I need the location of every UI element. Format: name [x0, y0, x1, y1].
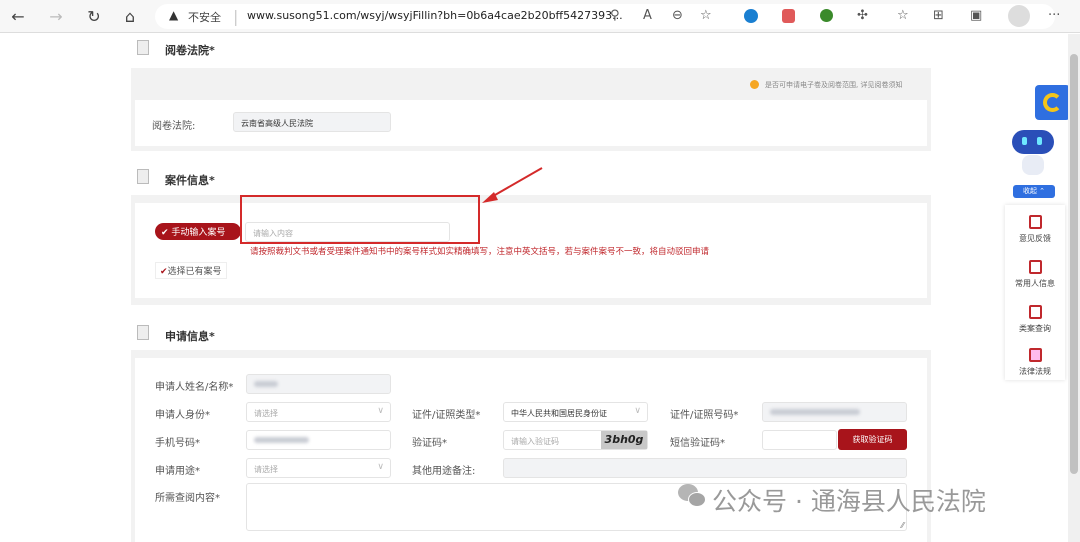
watermark-text: 公众号 · 通海县人民法院	[712, 487, 986, 516]
section-title-court: 阅卷法院*	[165, 44, 215, 57]
address-bar[interactable]: ▲ 不安全 | www.susong51.com/wsyj/wsyjFillin…	[155, 4, 1055, 29]
sms-label: 短信验证码*	[670, 438, 725, 449]
extension-icon[interactable]	[782, 9, 795, 23]
captcha-label: 验证码*	[412, 438, 447, 449]
purpose-note-label: 其他用途备注:	[412, 466, 476, 477]
captcha-image[interactable]: 3bh0g	[601, 431, 647, 449]
case-search-item[interactable]: 类案查询	[1005, 305, 1065, 334]
captcha-text: 3bh0g	[604, 433, 644, 446]
scrollbar-thumb[interactable]	[1070, 54, 1078, 474]
browser-toolbar: ← → ↻ ⌂ ▲ 不安全 | www.susong51.com/wsyj/ws…	[0, 0, 1080, 33]
id-type-label: 证件/证照类型*	[412, 410, 481, 421]
side-panel: 意见反馈 常用人信息 类案查询 法律法规	[1005, 205, 1065, 380]
get-code-button[interactable]: 获取验证码	[838, 429, 907, 450]
contacts-item[interactable]: 常用人信息	[1005, 260, 1065, 289]
id-number-field[interactable]	[762, 402, 907, 422]
chevron-down-icon: ∨	[377, 406, 384, 416]
item-label: 法律法规	[1019, 367, 1051, 376]
option-label: 选择已有案号	[167, 267, 222, 277]
identity-select[interactable]: 请选择 ∨	[246, 402, 391, 422]
favorites-icon[interactable]: ☆	[897, 8, 909, 23]
placeholder: 请输入验证码	[511, 437, 559, 446]
section-title-case: 案件信息*	[165, 174, 215, 187]
zoom-icon[interactable]: ⊖	[672, 8, 683, 23]
court-field: 云南省高级人民法院	[233, 112, 391, 132]
placeholder: 请选择	[254, 465, 278, 474]
resize-handle-icon[interactable]: ⁄⁄	[901, 521, 904, 530]
button-label: 收起	[1022, 187, 1037, 195]
content-label: 所需查阅内容*	[155, 493, 220, 504]
name-label: 申请人姓名/名称*	[155, 382, 234, 393]
back-icon[interactable]: ←	[8, 7, 28, 26]
extensions-icon[interactable]: ✣	[857, 8, 868, 23]
document-icon	[137, 325, 149, 340]
feedback-icon	[1028, 215, 1042, 229]
item-label: 常用人信息	[1015, 279, 1055, 288]
annotation-arrow-icon	[482, 167, 543, 203]
manual-case-option[interactable]: ✔ 手动输入案号	[155, 223, 241, 240]
scrollbar[interactable]	[1068, 34, 1080, 542]
security-label: 不安全	[188, 11, 221, 24]
read-aloud-icon[interactable]: A	[643, 8, 652, 23]
home-icon[interactable]: ⌂	[120, 7, 140, 26]
item-label: 类案查询	[1019, 324, 1051, 333]
court-label: 阅卷法院:	[152, 121, 196, 132]
laws-item[interactable]: 法律法规	[1005, 348, 1065, 377]
chevron-down-icon: ∨	[634, 406, 641, 416]
app-logo-icon[interactable]	[1035, 85, 1070, 120]
name-field[interactable]	[246, 374, 391, 394]
info-icon	[750, 80, 759, 89]
purpose-label: 申请用途*	[155, 466, 200, 477]
id-type-select[interactable]: 中华人民共和国居民身份证 ∨	[503, 402, 648, 422]
collapse-button[interactable]: 收起 ⌃	[1013, 185, 1055, 198]
court-value: 云南省高级人民法院	[241, 119, 313, 128]
document-icon	[137, 40, 149, 55]
refresh-icon[interactable]: ↻	[84, 7, 104, 26]
extension-icon[interactable]	[820, 9, 833, 22]
item-label: 意见反馈	[1019, 234, 1051, 243]
case-hint: 请按照裁判文书或者受理案件通知书中的案号样式如实精确填写，注意中英文括号，若与案…	[250, 247, 710, 257]
more-icon[interactable]: ···	[1048, 8, 1060, 23]
robot-assistant-icon[interactable]	[1010, 125, 1056, 180]
chevron-down-icon: ∨	[377, 462, 384, 472]
option-label: 手动输入案号	[171, 228, 226, 238]
favorite-icon[interactable]: ☆	[700, 8, 712, 23]
sms-code-input[interactable]	[762, 430, 837, 450]
phone-field[interactable]	[246, 430, 391, 450]
highlight-box	[240, 195, 480, 244]
book-icon	[1028, 348, 1042, 362]
feedback-item[interactable]: 意见反馈	[1005, 215, 1065, 244]
url-text: www.susong51.com/wsyj/wsyjFillin?bh=0b6a…	[247, 9, 623, 22]
divider: |	[233, 7, 239, 26]
purpose-note-field[interactable]	[503, 458, 907, 478]
contact-card-icon	[1028, 260, 1042, 274]
wechat-icon	[678, 484, 708, 510]
phone-label: 手机号码*	[155, 438, 200, 449]
document-icon	[137, 169, 149, 184]
notice-link[interactable]: 是否可申请电子卷及阅卷范围, 详见阅卷须知	[765, 80, 902, 90]
id-type-value: 中华人民共和国居民身份证	[511, 409, 607, 418]
forward-icon[interactable]: →	[46, 7, 66, 26]
placeholder: 请选择	[254, 409, 278, 418]
purpose-select[interactable]: 请选择 ∨	[246, 458, 391, 478]
avatar[interactable]	[1008, 5, 1030, 27]
button-label: 获取验证码	[852, 435, 893, 444]
warning-icon: ▲	[169, 8, 179, 22]
section-title-apply: 申请信息*	[165, 330, 215, 343]
id-number-label: 证件/证照号码*	[670, 410, 739, 421]
search-doc-icon	[1028, 305, 1042, 319]
identity-label: 申请人身份*	[155, 410, 210, 421]
extension-icon[interactable]	[744, 9, 758, 23]
collections-icon[interactable]: ⊞	[933, 8, 944, 23]
existing-case-option[interactable]: ✔选择已有案号	[155, 262, 227, 279]
screenshot-icon[interactable]: ▣	[970, 8, 982, 23]
key-icon[interactable]: ⚲	[610, 8, 620, 23]
